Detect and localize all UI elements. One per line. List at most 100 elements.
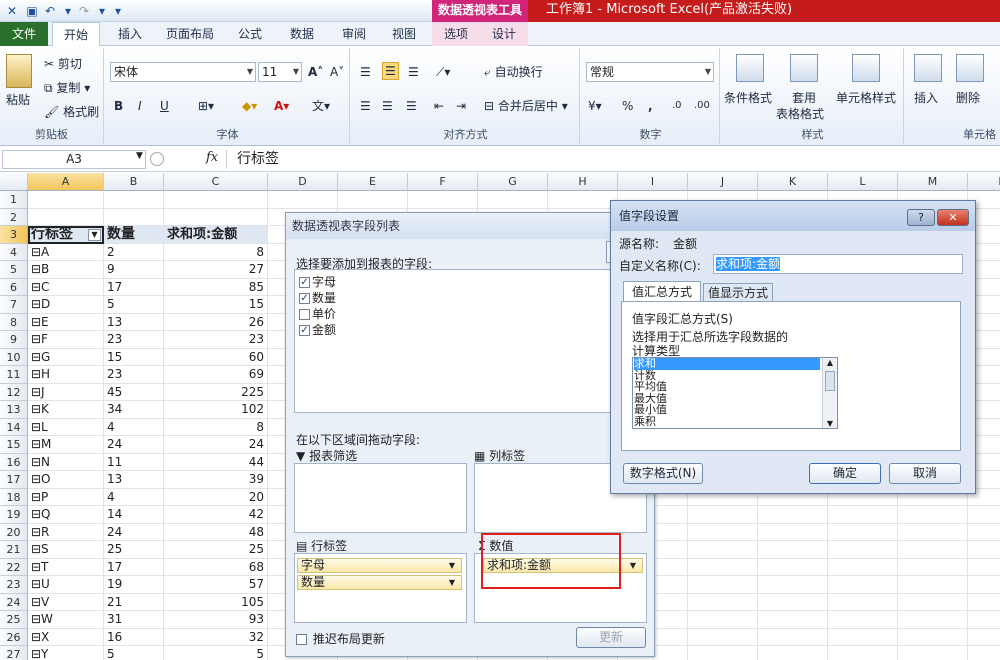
tab-view[interactable]: 视图 <box>384 22 424 46</box>
table-cell[interactable]: ⊟Y <box>28 646 104 660</box>
conditional-format-button[interactable]: 条件格式 <box>724 90 772 106</box>
comma-button[interactable]: , <box>648 98 653 114</box>
row-header[interactable]: 14 <box>0 418 28 436</box>
field-item[interactable]: ✓ 金额 <box>299 322 336 338</box>
empty-cell[interactable] <box>758 576 828 594</box>
empty-cell[interactable] <box>968 559 1000 576</box>
table-cell[interactable]: 60 <box>164 348 268 366</box>
align-center-icon[interactable]: ☰ <box>382 98 393 114</box>
font-size-combo[interactable]: 11 ▼ <box>258 62 302 82</box>
table-cell[interactable]: 68 <box>164 558 268 576</box>
table-cell[interactable]: 17 <box>104 278 164 296</box>
column-header[interactable]: C <box>164 173 268 191</box>
column-header[interactable]: D <box>268 173 338 191</box>
field-item[interactable]: ✓ 数量 <box>299 290 336 306</box>
copy-button[interactable]: ⧉ 复制 ▾ <box>44 80 90 96</box>
empty-cell[interactable] <box>688 646 758 660</box>
expand-icon[interactable] <box>150 152 164 166</box>
table-cell[interactable]: ⊟E <box>28 313 104 331</box>
tab-options[interactable]: 选项 <box>434 22 478 46</box>
phonetic-icon[interactable]: 文▾ <box>312 98 330 114</box>
empty-cell[interactable] <box>688 541 758 559</box>
table-cell[interactable]: 13 <box>104 471 164 489</box>
row-header[interactable]: 8 <box>0 313 28 331</box>
list-item[interactable]: 平均值 <box>634 381 820 393</box>
table-cell[interactable]: 44 <box>164 453 268 471</box>
empty-cell[interactable] <box>968 594 1000 611</box>
table-cell[interactable]: ⊟D <box>28 296 104 314</box>
empty-cell[interactable] <box>828 646 898 660</box>
table-cell[interactable]: 31 <box>104 611 164 629</box>
empty-cell[interactable] <box>968 524 1000 541</box>
column-header[interactable]: F <box>408 173 478 191</box>
pivot-header-cell[interactable]: 求和项:金额 <box>164 226 268 244</box>
conditional-format-icon[interactable] <box>736 54 764 82</box>
tab-formulas[interactable]: 公式 <box>230 22 270 46</box>
table-cell[interactable]: 20 <box>164 488 268 506</box>
empty-cell[interactable] <box>898 558 968 576</box>
ok-button[interactable]: 确定 <box>809 463 881 484</box>
table-cell[interactable]: 32 <box>164 628 268 646</box>
empty-cell[interactable] <box>688 611 758 629</box>
table-cell[interactable]: 57 <box>164 576 268 594</box>
table-cell[interactable]: 105 <box>164 593 268 611</box>
table-cell[interactable]: 85 <box>164 278 268 296</box>
empty-cell[interactable] <box>828 628 898 646</box>
delete-cells-icon[interactable] <box>956 54 984 82</box>
scroll-down-icon[interactable]: ▼ <box>823 419 837 428</box>
table-cell[interactable]: 14 <box>104 506 164 524</box>
list-item[interactable]: 求和 <box>634 358 820 370</box>
table-cell[interactable]: 8 <box>164 243 268 261</box>
bold-button[interactable]: B <box>114 98 123 114</box>
format-painter-button[interactable]: 🖌 格式刷 <box>44 104 99 120</box>
select-all-corner[interactable] <box>0 173 28 191</box>
table-cell[interactable]: 24 <box>104 523 164 541</box>
row-header[interactable]: 12 <box>0 383 28 401</box>
row-header[interactable]: 15 <box>0 436 28 454</box>
row-header[interactable]: 19 <box>0 506 28 524</box>
help-button[interactable]: ? <box>907 209 935 226</box>
table-cell[interactable]: 21 <box>104 593 164 611</box>
empty-cell[interactable] <box>828 523 898 541</box>
table-cell[interactable]: ⊟X <box>28 628 104 646</box>
table-cell[interactable]: 16 <box>104 628 164 646</box>
row-field-chip[interactable]: 数量 ▼ <box>297 575 462 590</box>
empty-cell[interactable] <box>898 576 968 594</box>
percent-button[interactable]: % <box>622 98 633 114</box>
row-header[interactable]: 5 <box>0 261 28 279</box>
row-header[interactable]: 1 <box>0 191 28 209</box>
row-header[interactable]: 16 <box>0 453 28 471</box>
empty-cell[interactable] <box>758 593 828 611</box>
filter-dropdown-icon[interactable]: ▼ <box>88 229 101 241</box>
defer-update-row[interactable]: 推迟布局更新 <box>296 630 385 647</box>
table-cell[interactable]: 34 <box>104 401 164 419</box>
table-cell[interactable]: ⊟M <box>28 436 104 454</box>
row-field-chip[interactable]: 字母 ▼ <box>297 558 462 573</box>
table-cell[interactable]: 225 <box>164 383 268 401</box>
table-cell[interactable]: ⊟S <box>28 541 104 559</box>
table-cell[interactable]: ⊟K <box>28 401 104 419</box>
custom-name-input[interactable]: 求和项:金额 <box>713 254 963 274</box>
empty-cell[interactable] <box>548 191 618 209</box>
empty-cell[interactable] <box>758 611 828 629</box>
customize-toolbar-icon[interactable]: ▾ <box>110 3 126 19</box>
update-button[interactable]: 更新 <box>576 627 646 648</box>
empty-cell[interactable] <box>828 541 898 559</box>
row-header[interactable]: 9 <box>0 331 28 349</box>
table-cell[interactable]: 4 <box>104 488 164 506</box>
row-header[interactable]: 22 <box>0 558 28 576</box>
empty-cell[interactable] <box>688 506 758 524</box>
insert-cells-icon[interactable] <box>914 54 942 82</box>
row-header[interactable]: 13 <box>0 401 28 419</box>
grow-font-button[interactable]: A˄ <box>308 64 323 80</box>
table-cell[interactable]: 5 <box>104 296 164 314</box>
cell-styles-icon[interactable] <box>852 54 880 82</box>
row-header[interactable]: 26 <box>0 628 28 646</box>
table-cell[interactable]: 39 <box>164 471 268 489</box>
tab-show-as[interactable]: 值显示方式 <box>703 283 773 302</box>
row-header[interactable]: 3 <box>0 226 28 244</box>
checkbox-icon[interactable]: ✓ <box>299 293 310 304</box>
row-header[interactable]: 6 <box>0 278 28 296</box>
empty-cell[interactable] <box>828 576 898 594</box>
row-header[interactable]: 24 <box>0 593 28 611</box>
